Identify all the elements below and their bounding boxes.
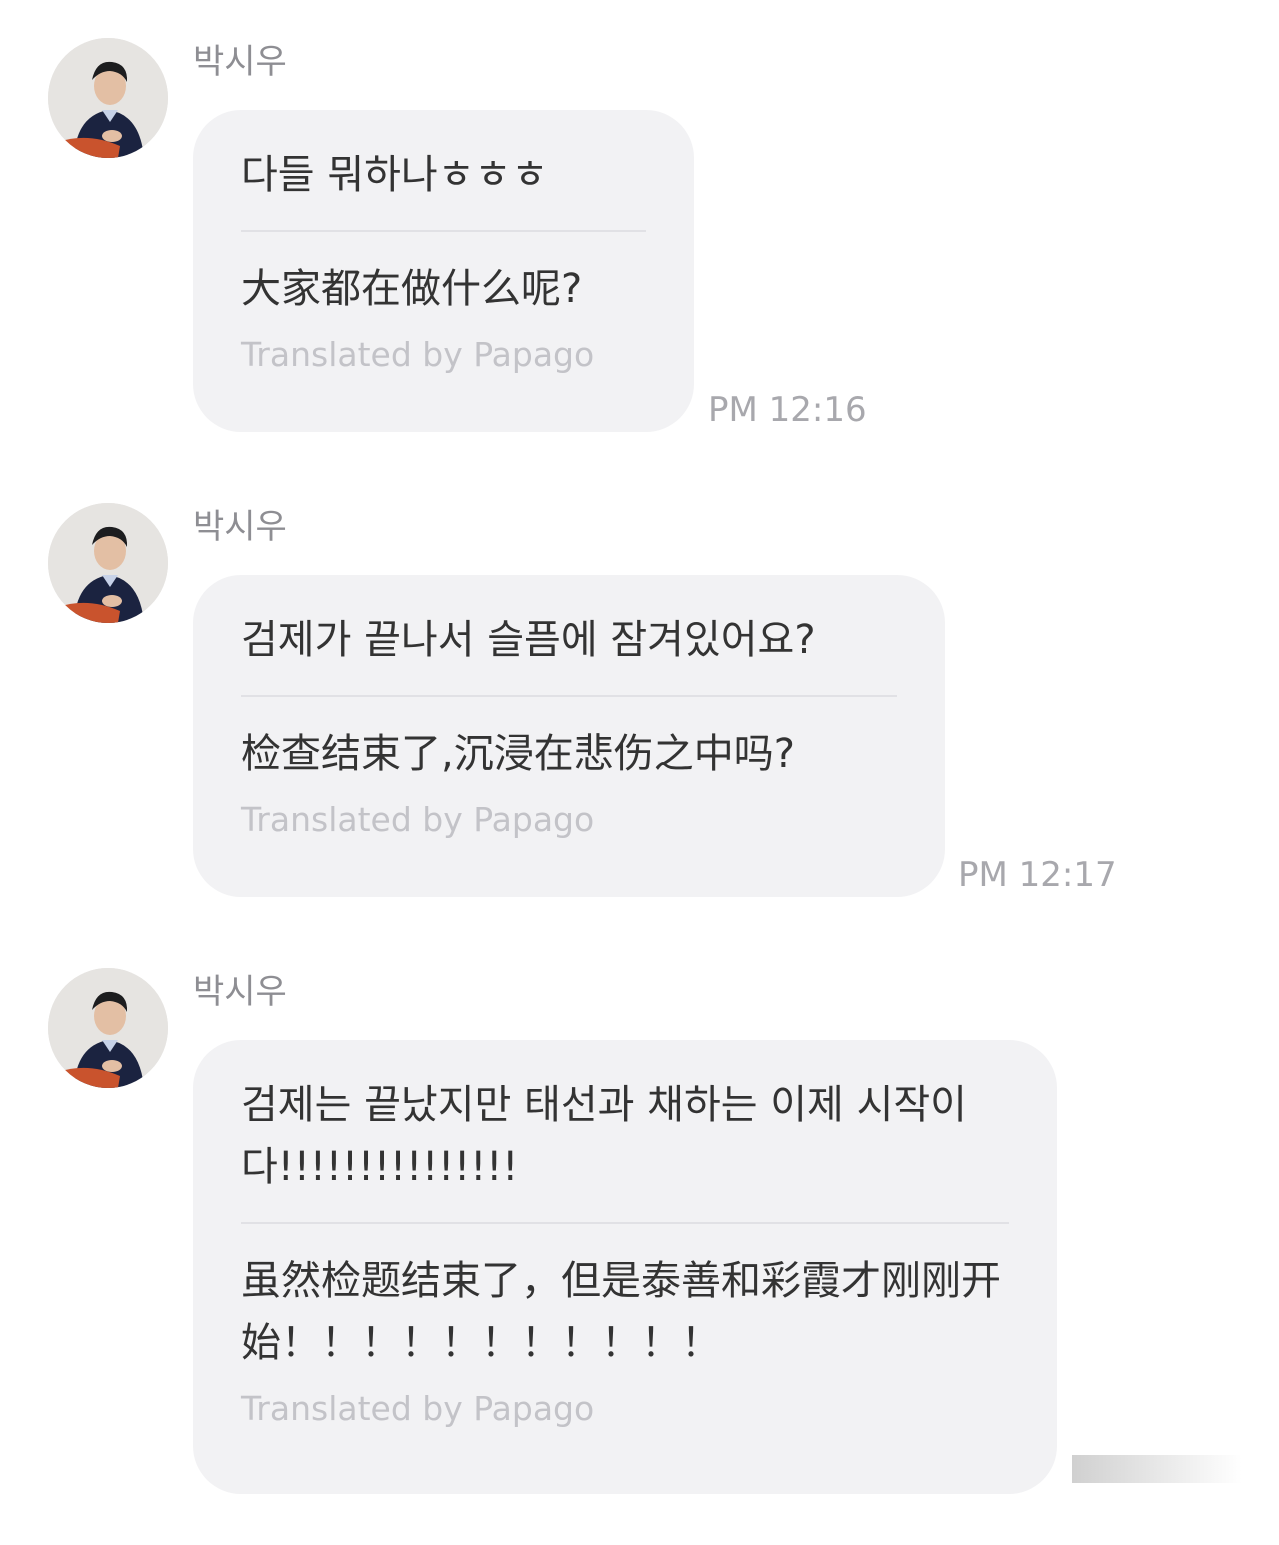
original-text: 다들 뭐하나ㅎㅎㅎ	[241, 152, 549, 198]
sender-name: 박시우	[193, 507, 287, 547]
message-3: 박시우 검제는 끝났지만 태선과 채하는 이제 시작이다!!!!!!!!!!!!…	[0, 968, 1279, 1498]
message-bubble[interactable]: 검제가 끝나서 슬픔에 잠겨있어요? 检查结束了,沉浸在悲伤之中吗? Trans…	[193, 575, 945, 897]
divider	[241, 1222, 1009, 1224]
sender-name: 박시우	[193, 42, 287, 82]
profile-photo-icon	[48, 968, 168, 1088]
original-text: 검제는 끝났지만 태선과 채하는 이제 시작이다!!!!!!!!!!!!!!!	[241, 1082, 967, 1190]
translation-credit: Translated by Papago	[241, 1389, 595, 1428]
timestamp: PM 12:16	[708, 390, 867, 430]
message-1: 박시우 다들 뭐하나ㅎㅎㅎ 大家都在做什么呢? Translated by Pa…	[0, 38, 1279, 438]
avatar[interactable]	[48, 38, 168, 158]
profile-photo-icon	[48, 38, 168, 158]
avatar[interactable]	[48, 503, 168, 623]
message-bubble[interactable]: 다들 뭐하나ㅎㅎㅎ 大家都在做什么呢? Translated by Papago	[193, 110, 694, 432]
translated-text: 检查结束了,沉浸在悲伤之中吗?	[241, 731, 795, 777]
profile-photo-icon	[48, 503, 168, 623]
translation-credit: Translated by Papago	[241, 335, 595, 374]
translated-text: 虽然检题结束了，但是泰善和彩霞才刚刚开始！！！！！！！！！！！	[241, 1258, 1001, 1366]
message-2: 박시우 검제가 끝나서 슬픔에 잠겨있어요? 检查结束了,沉浸在悲伤之中吗? T…	[0, 503, 1279, 903]
divider	[241, 695, 897, 697]
message-bubble[interactable]: 검제는 끝났지만 태선과 채하는 이제 시작이다!!!!!!!!!!!!!!! …	[193, 1040, 1057, 1494]
translated-text: 大家都在做什么呢?	[241, 266, 583, 312]
original-text: 검제가 끝나서 슬픔에 잠겨있어요?	[241, 617, 816, 663]
sender-name: 박시우	[193, 972, 287, 1012]
avatar[interactable]	[48, 968, 168, 1088]
translation-credit: Translated by Papago	[241, 800, 595, 839]
timestamp: PM 12:17	[958, 855, 1117, 895]
cropped-timestamp-shadow	[1072, 1455, 1242, 1483]
divider	[241, 230, 646, 232]
